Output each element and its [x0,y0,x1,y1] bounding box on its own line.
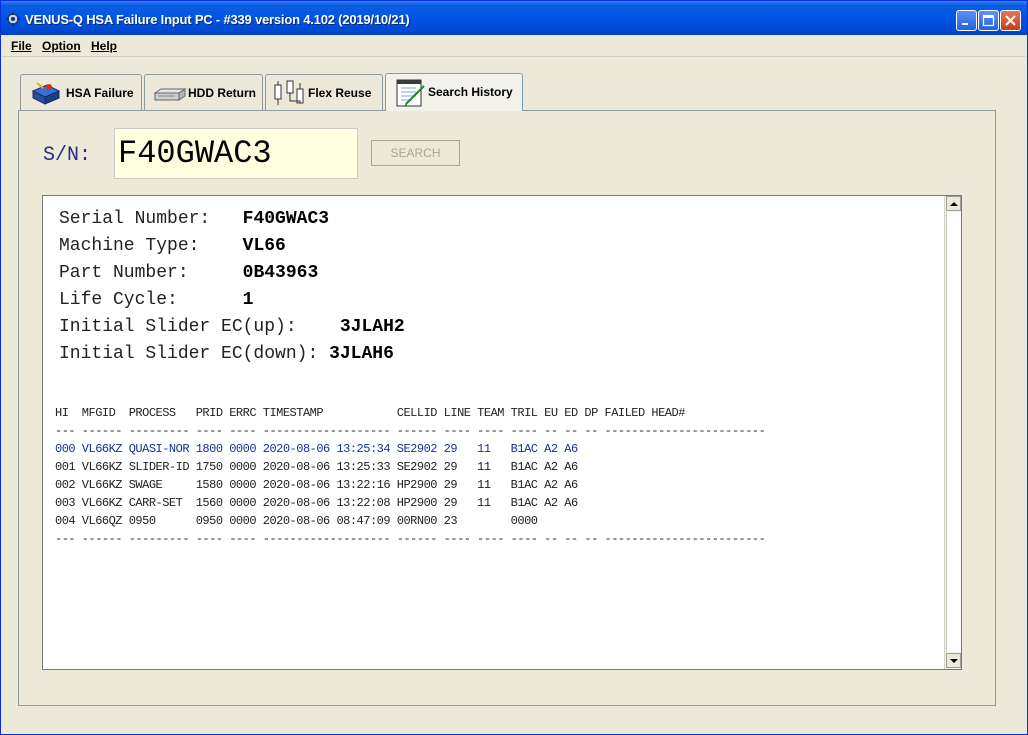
menu-bar: File Option Help [2,35,1027,57]
tab-label: Flex Reuse [308,86,372,100]
table-row[interactable]: 000 VL66KZ QUASI-NOR 1800 0000 2020-08-0… [55,442,578,456]
maximize-button[interactable] [978,10,999,31]
tab-search-history[interactable]: Search History [385,73,523,111]
info-label: Machine Type: [59,236,200,256]
notepad-icon [394,78,428,107]
menu-file[interactable]: File [11,39,32,53]
info-label: Serial Number: [59,209,211,229]
table-row[interactable]: 004 VL66QZ 0950 0950 0000 2020-08-06 08:… [55,514,538,528]
tab-hdd-return[interactable]: HDD Return [144,74,263,110]
menu-option[interactable]: Option [42,39,81,53]
search-button[interactable]: SEARCH [371,140,460,166]
scroll-up-button[interactable] [946,196,961,211]
info-label: Initial Slider EC(down): [59,344,319,364]
table-header: HI MFGID PROCESS PRID ERRC TIMESTAMP CEL… [55,406,685,420]
maximize-icon [982,14,995,27]
table-row[interactable]: 002 VL66KZ SWAGE 1580 0000 2020-08-06 13… [55,478,578,492]
info-value: 3JLAH6 [329,344,394,364]
info-serial-number: Serial Number: F40GWAC3 [59,209,329,229]
table-separator: --- ------ --------- ---- ---- ---------… [55,532,766,546]
app-window: VENUS-Q HSA Failure Input PC - #339 vers… [0,0,1028,735]
info-part-number: Part Number: 0B43963 [59,263,318,283]
info-value: F40GWAC3 [242,209,330,229]
minimize-icon [962,23,968,25]
info-machine-type: Machine Type: VL66 [59,236,286,256]
tab-flex-reuse[interactable]: Flex Reuse [265,74,383,110]
info-life-cycle: Life Cycle: 1 [59,290,253,310]
scroll-down-button[interactable] [946,653,961,668]
minimize-button[interactable] [956,10,977,31]
info-value: 3JLAH2 [339,317,405,337]
hsa-icon [29,79,63,107]
table-row[interactable]: 003 VL66KZ CARR-SET 1560 0000 2020-08-06… [55,496,578,510]
vertical-scrollbar[interactable] [944,196,961,669]
info-slider-ec-down: Initial Slider EC(down): 3JLAH6 [59,344,394,364]
serial-number-input[interactable] [114,128,358,179]
info-value: VL66 [242,236,286,256]
tab-label: HDD Return [188,86,256,100]
info-label: Initial Slider EC(up): [59,317,297,337]
arrow-down-icon [950,659,958,663]
history-result-area[interactable]: Serial Number: F40GWAC3 Machine Type: VL… [42,195,962,670]
table-separator: --- ------ --------- ---- ---- ---------… [55,424,766,438]
info-label: Life Cycle: [59,290,178,310]
menu-help[interactable]: Help [91,39,117,53]
info-value: 1 [242,290,254,310]
gear-app-icon [6,12,20,26]
tab-hsa-failure[interactable]: HSA Failure [20,74,142,110]
scroll-thumb[interactable] [946,212,961,652]
info-slider-ec-up: Initial Slider EC(up): 3JLAH2 [59,317,405,337]
flex-icon [272,79,306,107]
hdd-icon [153,79,187,107]
window-title: VENUS-Q HSA Failure Input PC - #339 vers… [25,12,410,27]
info-label: Part Number: [59,263,189,283]
arrow-up-icon [950,202,958,206]
tab-label: HSA Failure [66,86,134,100]
close-button[interactable] [1000,10,1021,31]
title-bar[interactable]: VENUS-Q HSA Failure Input PC - #339 vers… [1,1,1027,35]
close-icon [1005,15,1016,26]
info-value: 0B43963 [242,263,319,283]
serial-number-label: S/N: [43,144,92,167]
table-row[interactable]: 001 VL66KZ SLIDER-ID 1750 0000 2020-08-0… [55,460,578,474]
tab-label: Search History [428,85,513,99]
